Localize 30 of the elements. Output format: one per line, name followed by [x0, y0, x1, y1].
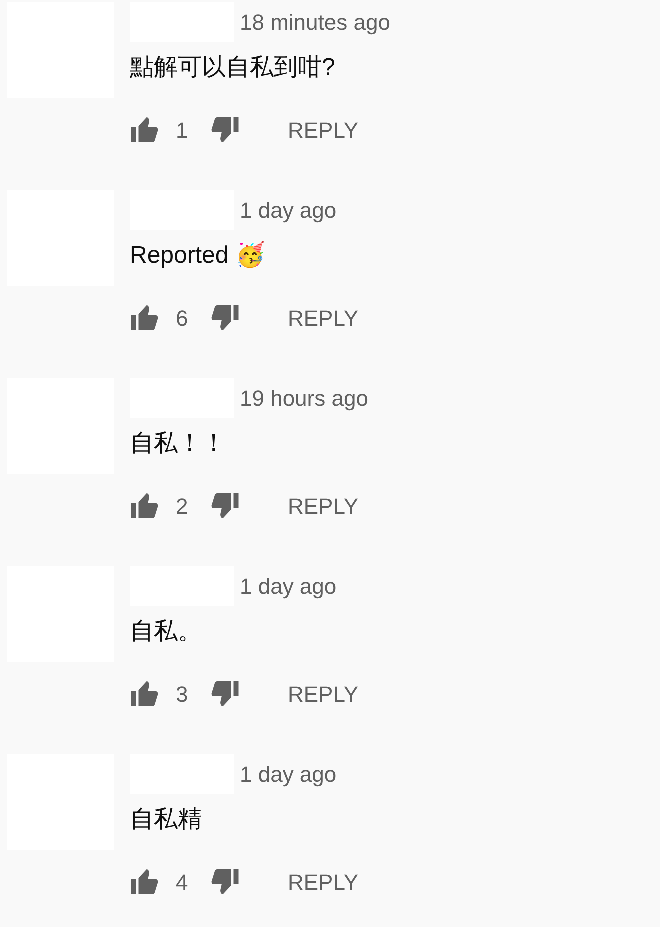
like-count: 6	[176, 304, 190, 332]
thumbs-up-icon[interactable]	[130, 868, 160, 896]
comment-text: 自私。	[130, 617, 203, 647]
thumbs-up-icon[interactable]	[130, 304, 160, 332]
reply-button[interactable]: REPLY	[288, 866, 359, 898]
thumbs-down-icon[interactable]	[210, 492, 240, 520]
comment-text: 點解可以自私到咁?	[130, 53, 336, 83]
thumbs-up-icon[interactable]	[130, 680, 160, 708]
thumbs-down-icon[interactable]	[210, 304, 240, 332]
reply-button[interactable]: REPLY	[288, 678, 359, 710]
thumbs-down-icon[interactable]	[210, 680, 240, 708]
comment-time[interactable]: 19 hours ago	[240, 382, 368, 414]
thumbs-down-icon[interactable]	[210, 116, 240, 144]
comment-time[interactable]: 1 day ago	[240, 758, 337, 790]
comment-text: 自私！！	[130, 429, 227, 459]
comment-text: Reported 🥳	[130, 240, 266, 271]
comment-time[interactable]: 1 day ago	[240, 194, 337, 226]
comment-text: 自私精	[130, 805, 203, 835]
comment-time[interactable]: 1 day ago	[240, 570, 337, 602]
like-count: 4	[176, 868, 190, 896]
thumbs-up-icon[interactable]	[130, 116, 160, 144]
reply-button[interactable]: REPLY	[288, 114, 359, 146]
thumbs-up-icon[interactable]	[130, 492, 160, 520]
like-count: 1	[176, 116, 190, 144]
reply-button[interactable]: REPLY	[288, 490, 359, 522]
like-count: 3	[176, 680, 190, 708]
like-count: 2	[176, 492, 190, 520]
reply-button[interactable]: REPLY	[288, 302, 359, 334]
comment-time[interactable]: 18 minutes ago	[240, 6, 390, 38]
thumbs-down-icon[interactable]	[210, 868, 240, 896]
